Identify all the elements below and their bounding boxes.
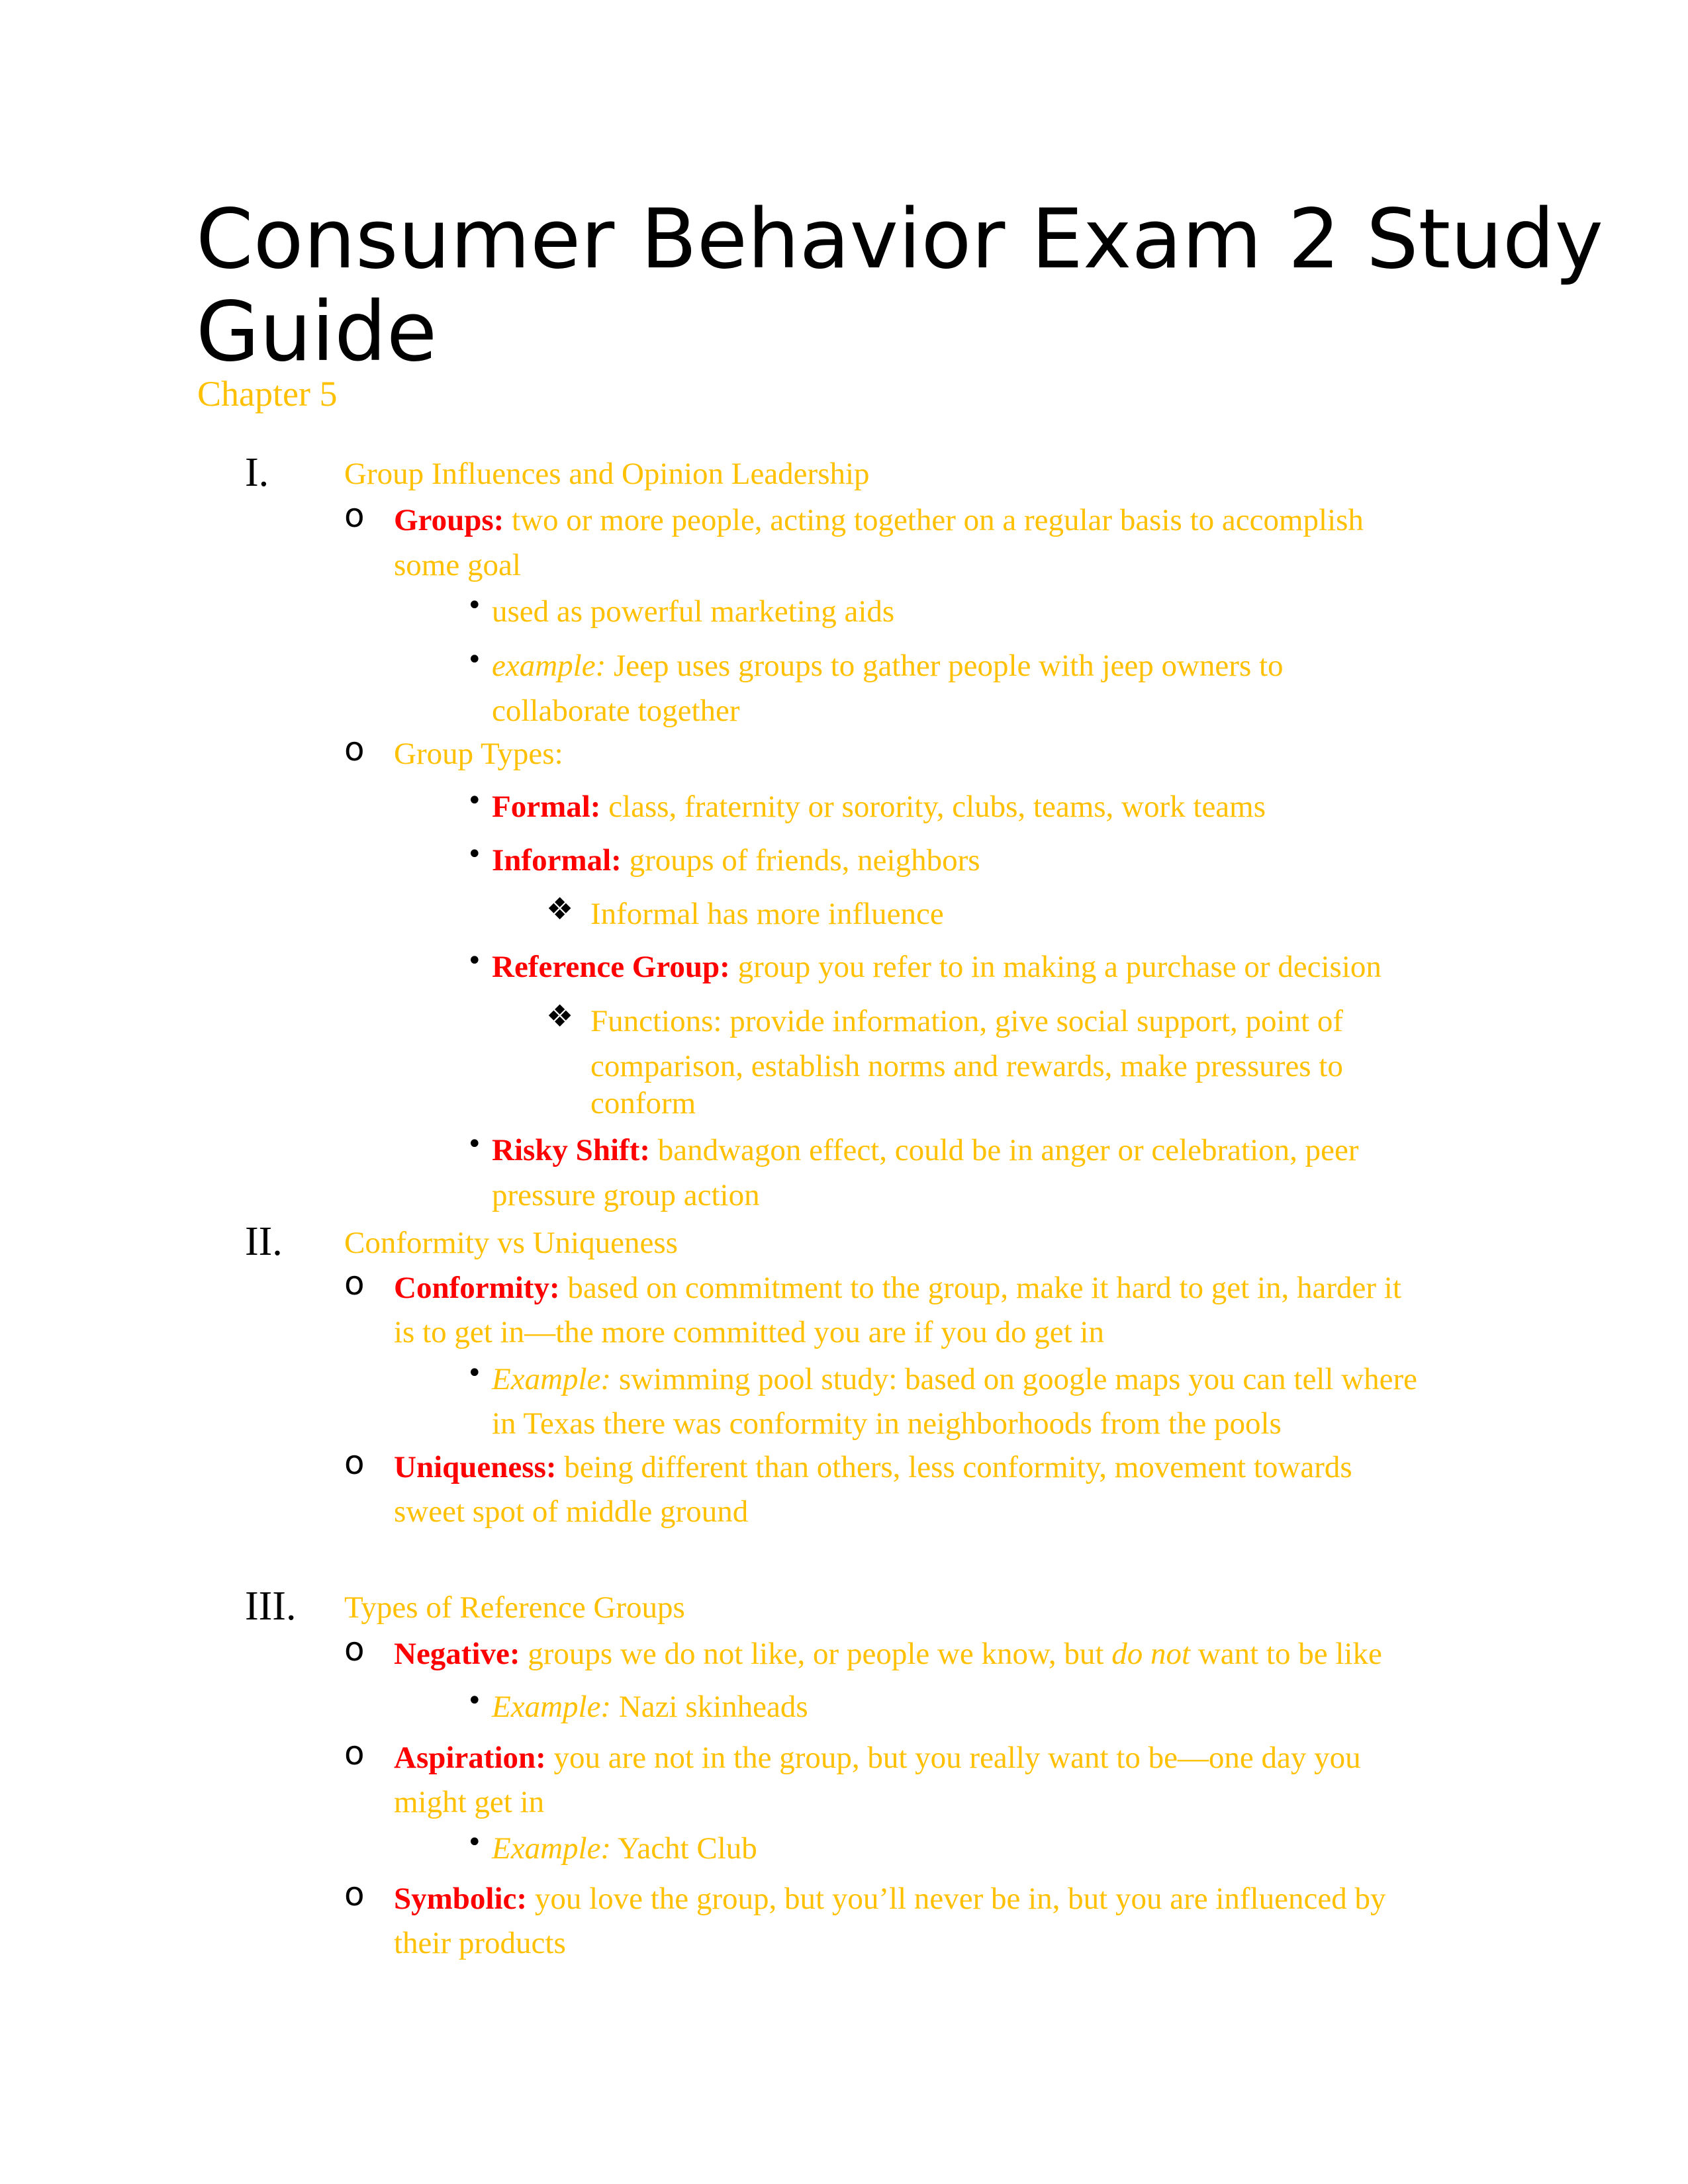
list-item-aspiration: Aspiration: you are not in the group, bu…: [394, 1743, 1361, 1774]
section-numeral: I.: [245, 450, 269, 495]
definition-text: class, fraternity or sorority, clubs, te…: [600, 790, 1266, 824]
list-item-example: Example: swimming pool study: based on g…: [492, 1364, 1417, 1395]
circle-bullet-icon: o: [344, 1734, 365, 1772]
definition-text: group you refer to in making a purchase …: [729, 950, 1382, 984]
definition-text: you love the group, but you’ll never be …: [527, 1882, 1386, 1916]
list-item-groups: Groups: two or more people, acting toget…: [394, 505, 1364, 536]
definition-text: want to be like: [1190, 1637, 1382, 1671]
dot-bullet-icon: •: [467, 1129, 483, 1160]
circle-bullet-icon: o: [344, 496, 365, 535]
example-label: Example:: [492, 1362, 612, 1396]
definition-continuation: pressure group action: [492, 1178, 760, 1212]
list-item-reference-group: Reference Group: group you refer to in m…: [492, 952, 1382, 983]
list-item-example: Example: Nazi skinheads: [492, 1692, 808, 1723]
definition-text: bandwagon effect, could be in anger or c…: [649, 1133, 1359, 1167]
term-label: Reference Group:: [492, 950, 730, 984]
list-item: Informal has more influence: [590, 897, 944, 931]
list-item-risky-shift: Risky Shift: bandwagon effect, could be …: [492, 1135, 1359, 1166]
section-numeral: III.: [245, 1584, 297, 1629]
document-title-line-2: Guide: [196, 285, 438, 380]
term-label: Risky Shift:: [492, 1133, 650, 1167]
section-heading: Group Influences and Opinion Leadership: [344, 457, 870, 491]
document-page: Consumer Behavior Exam 2 Study Guide Cha…: [0, 0, 1688, 2184]
dot-bullet-icon: •: [467, 590, 483, 621]
section-heading: Types of Reference Groups: [344, 1590, 685, 1625]
term-label: Aspiration:: [394, 1741, 546, 1775]
definition-text: groups we do not like, or people we know…: [520, 1637, 1112, 1671]
list-item-formal: Formal: class, fraternity or sorority, c…: [492, 792, 1266, 823]
dot-bullet-icon: •: [467, 946, 483, 976]
dot-bullet-icon: •: [467, 786, 483, 816]
section-numeral: II.: [245, 1219, 283, 1264]
example-continuation: collaborate together: [492, 694, 740, 728]
definition-text: being different than others, less confor…: [556, 1450, 1352, 1484]
term-label: Uniqueness:: [394, 1450, 557, 1484]
example-label: Example:: [492, 1831, 612, 1866]
definition-text: based on commitment to the group, make i…: [559, 1271, 1401, 1305]
list-item: used as powerful marketing aids: [492, 594, 895, 629]
definition-continuation: sweet spot of middle ground: [394, 1494, 749, 1529]
circle-bullet-icon: o: [344, 730, 365, 768]
functions-continuation: conform: [590, 1086, 696, 1120]
list-item-informal: Informal: groups of friends, neighbors: [492, 845, 980, 876]
definition-text: groups of friends, neighbors: [621, 843, 980, 878]
dot-bullet-icon: •: [467, 1686, 483, 1716]
circle-bullet-icon: o: [344, 1443, 365, 1482]
functions-continuation: comparison, establish norms and rewards,…: [590, 1049, 1343, 1083]
term-label: Formal:: [492, 790, 601, 824]
definition-text: two or more people, acting together on a…: [504, 503, 1364, 537]
example-continuation: in Texas there was conformity in neighbo…: [492, 1406, 1282, 1441]
list-item-group-types: Group Types:: [394, 737, 563, 771]
example-label: Example:: [492, 1690, 612, 1724]
four-diamond-bullet-icon: ❖: [546, 891, 574, 927]
definition-continuation: might get in: [394, 1785, 545, 1819]
document-title-line-1: Consumer Behavior Exam 2 Study: [196, 192, 1603, 287]
definition-continuation: is to get in—the more committed you are …: [394, 1315, 1104, 1349]
definition-text: you are not in the group, but you really…: [545, 1741, 1361, 1775]
list-item-example: example: Jeep uses groups to gather peop…: [492, 651, 1284, 682]
dot-bullet-icon: •: [467, 839, 483, 870]
circle-bullet-icon: o: [344, 1630, 365, 1668]
term-label: Symbolic:: [394, 1882, 528, 1916]
chapter-heading: Chapter 5: [197, 374, 338, 414]
example-text: Jeep uses groups to gather people with j…: [606, 649, 1284, 683]
list-item-functions: Functions: provide information, give soc…: [590, 1004, 1343, 1038]
dot-bullet-icon: •: [467, 1358, 483, 1388]
example-text: Nazi skinheads: [611, 1690, 808, 1724]
example-text: swimming pool study: based on google map…: [611, 1362, 1417, 1396]
dot-bullet-icon: •: [467, 1827, 483, 1858]
definition-continuation: their products: [394, 1926, 566, 1960]
list-item-conformity: Conformity: based on commitment to the g…: [394, 1273, 1401, 1304]
example-text: Yacht Club: [611, 1831, 757, 1866]
term-label: Negative:: [394, 1637, 520, 1671]
dot-bullet-icon: •: [467, 645, 483, 675]
circle-bullet-icon: o: [344, 1264, 365, 1302]
list-item-uniqueness: Uniqueness: being different than others,…: [394, 1452, 1352, 1483]
section-heading: Conformity vs Uniqueness: [344, 1226, 678, 1260]
term-label: Groups:: [394, 503, 504, 537]
emphasis-text: do not: [1111, 1637, 1191, 1671]
list-item-negative: Negative: groups we do not like, or peop…: [394, 1639, 1382, 1670]
definition-continuation: some goal: [394, 548, 521, 582]
list-item-symbolic: Symbolic: you love the group, but you’ll…: [394, 1884, 1385, 1915]
four-diamond-bullet-icon: ❖: [546, 998, 574, 1034]
list-item-example: Example: Yacht Club: [492, 1833, 757, 1864]
term-label: Conformity:: [394, 1271, 560, 1305]
term-label: Informal:: [492, 843, 622, 878]
example-label: example:: [492, 649, 606, 683]
circle-bullet-icon: o: [344, 1875, 365, 1913]
